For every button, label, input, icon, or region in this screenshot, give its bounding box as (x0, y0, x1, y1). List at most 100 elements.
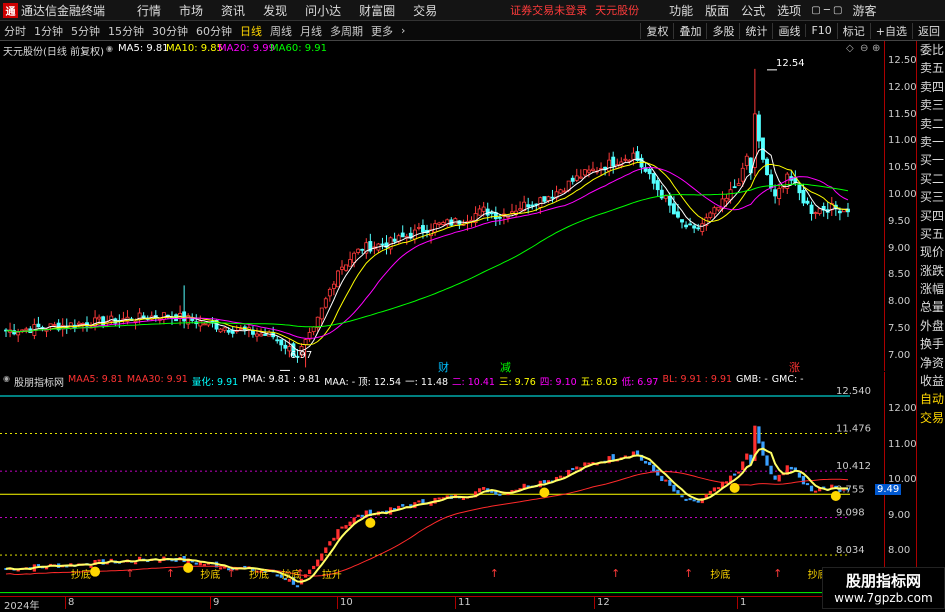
period-1min[interactable]: 1分钟 (30, 23, 67, 39)
side-label[interactable]: 卖三 (917, 96, 945, 114)
side-label[interactable]: 买二 (917, 170, 945, 188)
chart-title: 天元股份(日线 前复权) (3, 47, 104, 58)
period-fenshi[interactable]: 分时 (0, 23, 30, 39)
side-label[interactable]: 自动 (917, 390, 945, 408)
btn-add-watchlist[interactable]: +自选 (869, 22, 912, 39)
zoom-in-icon[interactable]: ⊕ (872, 43, 880, 54)
side-label[interactable]: 买五 (917, 225, 945, 243)
indicator-bar (805, 483, 810, 486)
zoom-out-icon[interactable]: ⊖ (860, 43, 868, 54)
menu-item-shichang[interactable]: 市场 (170, 2, 212, 19)
candle-body (724, 197, 729, 202)
candle-body (303, 339, 308, 346)
side-label[interactable]: 换手 (917, 335, 945, 353)
menu-item-zixun[interactable]: 资讯 (212, 2, 254, 19)
indicator-bar (328, 541, 332, 546)
menu-item-banmian[interactable]: 版面 (699, 2, 735, 19)
indicator-bar (733, 473, 737, 476)
btn-diejia[interactable]: 叠加 (673, 22, 706, 39)
app-title: 通达信金融终端 (21, 3, 106, 18)
side-label[interactable]: 收益 (917, 372, 945, 390)
candle-body (736, 183, 741, 186)
signal-label: 抄底 (200, 568, 220, 581)
menu-item-gongneng[interactable]: 功能 (663, 2, 699, 19)
side-label[interactable]: 卖二 (917, 115, 945, 133)
side-label[interactable]: 卖五 (917, 59, 945, 77)
side-label[interactable]: 买四 (917, 207, 945, 225)
indicator-chart[interactable]: 12.540 11.476 10.412 9.755 9.098 8.034 抄底 抄底 抄底抄… (0, 372, 884, 596)
btn-duogu[interactable]: 多股 (706, 22, 739, 39)
period-60min[interactable]: 60分钟 (192, 23, 236, 39)
kline-chart[interactable]: 天元股份(日线 前复权) ◉ MA5: 9.81 MA10: 9.85 MA20… (0, 41, 884, 374)
indicator-bar (769, 465, 773, 475)
indicator-legend-item: MAA: - 顶: 12.54 (324, 377, 402, 388)
side-label[interactable]: 涨幅 (917, 280, 945, 298)
side-label[interactable]: 净资 (917, 354, 945, 372)
candle-body (623, 158, 628, 161)
menu-item-xuanxiang[interactable]: 选项 (771, 2, 807, 19)
indicator-bar (332, 537, 336, 541)
menu-item-gongshi[interactable]: 公式 (735, 2, 771, 19)
period-15min[interactable]: 15分钟 (104, 23, 148, 39)
side-label[interactable]: 委比 (917, 41, 945, 59)
period-monthly[interactable]: 月线 (296, 23, 326, 39)
candle-body (202, 323, 207, 326)
candle-body (255, 333, 259, 337)
candle-body (506, 215, 510, 218)
period-daily[interactable]: 日线 (236, 23, 266, 39)
quote-side-panel: 委比 卖五 卖四 卖三 卖二 卖一 买一 买二 买三 买四 买五 现价 涨跌 涨幅 总量 外盘 换手 净资 收益 自动… (916, 41, 945, 609)
period-30min[interactable]: 30分钟 (148, 23, 192, 39)
kline-svg[interactable] (0, 41, 884, 371)
menu-item-wenxiaoda[interactable]: 问小达 (296, 2, 350, 19)
coin-icon (183, 562, 194, 573)
btn-tongji[interactable]: 统计 (739, 22, 772, 39)
btn-huaxian[interactable]: 画线 (772, 22, 805, 39)
window-controls[interactable]: ▢ ─ ▢ (807, 5, 846, 16)
candle-body (655, 180, 660, 191)
menu-item-caifuquan[interactable]: 财富圈 (350, 2, 404, 19)
app-logo-icon: 通 (3, 2, 18, 18)
candle-body (360, 248, 365, 251)
price-tick: 12.00 (888, 81, 917, 93)
diamond-icon[interactable]: ◇ (846, 43, 854, 54)
side-label[interactable]: 现价 (917, 243, 945, 261)
candle-body (421, 225, 425, 233)
side-label[interactable]: 涨跌 (917, 262, 945, 280)
side-label[interactable]: 买三 (917, 188, 945, 206)
btn-biaoji[interactable]: 标记 (836, 22, 870, 39)
user-label[interactable]: 游客 (846, 2, 882, 19)
btn-fuquan[interactable]: 复权 (640, 22, 673, 39)
date-tick: 2024年 (4, 601, 40, 612)
indicator-tick: 11.00 (888, 438, 917, 450)
period-5min[interactable]: 5分钟 (67, 23, 104, 39)
side-label[interactable]: 总量 (917, 298, 945, 316)
indicator-bar (97, 559, 101, 562)
indicator-legend-item: 五: 8.03 (580, 377, 618, 388)
period-weekly[interactable]: 周线 (266, 23, 296, 39)
candle-body (777, 188, 782, 199)
indicator-bar (320, 553, 324, 561)
menu-item-hangqing[interactable]: 行情 (128, 2, 170, 19)
candle-body (437, 222, 442, 225)
period-more[interactable]: 更多 (367, 23, 397, 39)
btn-f10[interactable]: F10 (805, 24, 836, 37)
price-tick: 7.50 (888, 323, 911, 334)
trade-login-notice[interactable]: 证券交易未登录 (506, 2, 591, 18)
indicator-settings-icon[interactable]: ◉ (106, 44, 113, 53)
indicator-bar (777, 474, 781, 482)
more-chevron-icon[interactable]: › (397, 24, 409, 37)
side-label[interactable]: 卖一 (917, 133, 945, 151)
period-multi[interactable]: 多周期 (326, 23, 367, 39)
indicator-bar (688, 498, 692, 501)
indicator-bar (421, 499, 425, 504)
side-label[interactable]: 交易 (917, 409, 945, 427)
indicator-svg[interactable]: 12.54011.47610.4129.7559.0988.034抄底 抄底 抄底抄… (0, 372, 884, 596)
menu-item-faxian[interactable]: 发现 (254, 2, 296, 19)
side-label[interactable]: 卖四 (917, 78, 945, 96)
side-label[interactable]: 买一 (917, 151, 945, 169)
candle-body (574, 175, 579, 181)
candle-body (708, 212, 713, 218)
menu-item-jiaoyi[interactable]: 交易 (404, 2, 446, 19)
btn-back[interactable]: 返回 (912, 22, 945, 39)
side-label[interactable]: 外盘 (917, 317, 945, 335)
